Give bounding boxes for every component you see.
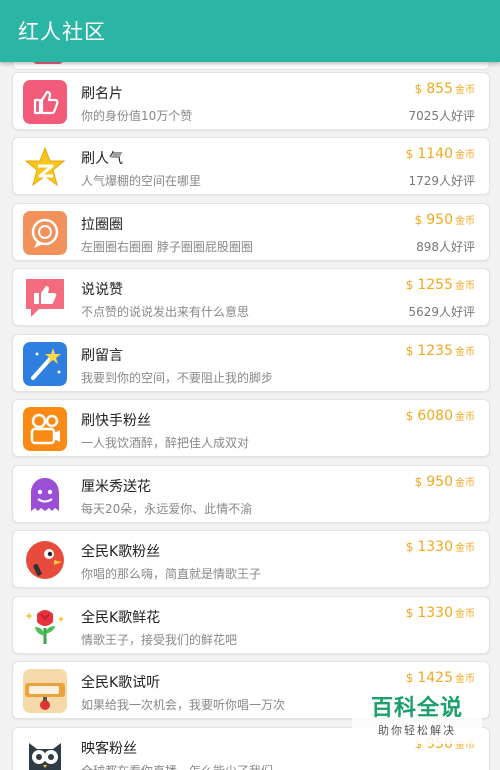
item-name: 刷快手粉丝 bbox=[81, 413, 151, 429]
list-item[interactable]: 刷快手粉丝 一人我饮酒醉，醉把佳人成双对 $6080 金币 bbox=[12, 399, 490, 457]
item-price: $1255 金币 bbox=[405, 277, 475, 293]
item-desc: 我要到你的空间，不要阻止我的脚步 bbox=[81, 371, 274, 385]
item-rating: 7025人好评 bbox=[408, 109, 475, 123]
item-desc: 如果给我一次机会，我要听你唱一万次 bbox=[81, 698, 286, 712]
item-name: 映客粉丝 bbox=[81, 741, 137, 757]
item-price: $1425 金币 bbox=[405, 670, 475, 686]
item-desc: 你的身份值10万个赞 bbox=[81, 109, 193, 123]
list-item[interactable]: 全民K歌鲜花 情歌王子，接受我们的鲜花吧 $1330 金币 bbox=[12, 596, 490, 654]
item-price: $6080 金币 bbox=[405, 408, 475, 424]
item-rating: 898人好评 bbox=[416, 240, 475, 254]
list-item[interactable]: 说说赞 不点赞的说说发出来有什么意思 $1255 金币 5629人好评 bbox=[12, 268, 490, 326]
qzone-star-icon bbox=[23, 145, 67, 189]
list-item[interactable]: 刷留言 我要到你的空间，不要阻止我的脚步 $1235 金币 bbox=[12, 334, 490, 392]
list-item[interactable]: 全民K歌粉丝 你唱的那么嗨，简直就是情歌王子 $1330 金币 bbox=[12, 530, 490, 588]
list-item[interactable]: 厘米秀送花 每天20朵，永远爱你、此情不渝 $950 金币 bbox=[12, 465, 490, 523]
item-desc: 人气爆棚的空间在哪里 bbox=[81, 174, 202, 188]
item-name: 全民K歌试听 bbox=[81, 675, 161, 691]
item-name: 刷人气 bbox=[81, 151, 123, 167]
item-price: $1330 金币 bbox=[405, 605, 475, 621]
item-name: 全民K歌鲜花 bbox=[81, 610, 161, 626]
item-name: 说说赞 bbox=[81, 282, 123, 298]
ghost-mascot-icon bbox=[23, 473, 67, 517]
video-camera-icon bbox=[23, 407, 67, 451]
item-price: $950 金币 bbox=[414, 474, 475, 490]
rose-icon bbox=[23, 604, 67, 648]
item-rating: 5629人好评 bbox=[408, 305, 475, 319]
watermark-subtitle: 助你轻松解决 bbox=[378, 724, 456, 737]
item-name: 刷名片 bbox=[81, 86, 123, 102]
bird-mic-icon bbox=[23, 538, 67, 582]
app-bar: 红人社区 bbox=[0, 0, 500, 62]
item-desc: 每天20朵，永远爱你、此情不渝 bbox=[81, 502, 253, 516]
list-item[interactable]: 刷人气 人气爆棚的空间在哪里 $1140 金币 1729人好评 bbox=[12, 137, 490, 195]
thumbs-up-icon bbox=[23, 80, 67, 124]
item-price: $1235 金币 bbox=[405, 343, 475, 359]
item-desc: 情歌王子，接受我们的鲜花吧 bbox=[81, 633, 238, 647]
list-item[interactable]: 拉圈圈 左圈圈右圈圈 脖子圈圈屁股圈圈 $950 金币 898人好评 bbox=[12, 203, 490, 261]
item-desc: 全球都在看你直播，怎么能少了我们 bbox=[81, 762, 273, 770]
magic-wand-icon bbox=[23, 342, 67, 386]
item-desc: 不点赞的说说发出来有什么意思 bbox=[81, 305, 250, 319]
owl-icon bbox=[23, 735, 67, 770]
item-price: $950 金币 bbox=[414, 212, 475, 228]
list-item[interactable]: 刷名片 你的身份值10万个赞 $855 金币 7025人好评 bbox=[12, 72, 490, 130]
item-price: $855 金币 bbox=[414, 81, 475, 97]
item-name: 全民K歌粉丝 bbox=[81, 544, 161, 560]
item-desc: 左圈圈右圈圈 脖子圈圈屁股圈圈 bbox=[81, 240, 253, 254]
item-name: 刷留言 bbox=[81, 348, 123, 364]
item-name: 拉圈圈 bbox=[81, 217, 123, 233]
item-price: $1140 金币 bbox=[405, 146, 475, 162]
item-desc: 你唱的那么嗨，简直就是情歌王子 bbox=[81, 567, 262, 581]
page-title: 红人社区 bbox=[18, 20, 106, 44]
item-name: 厘米秀送花 bbox=[81, 479, 151, 495]
circle-badge-icon bbox=[23, 211, 67, 255]
watermark: 百科全说 助你轻松解决 bbox=[352, 692, 482, 744]
watermark-title: 百科全说 bbox=[370, 696, 463, 721]
item-desc: 一人我饮酒醉，醉把佳人成双对 bbox=[81, 436, 250, 450]
like-bubble-icon bbox=[23, 276, 67, 320]
item-rating: 1729人好评 bbox=[408, 174, 475, 188]
item-price: $1330 金币 bbox=[405, 539, 475, 555]
karaoke-logo-icon bbox=[23, 669, 67, 713]
